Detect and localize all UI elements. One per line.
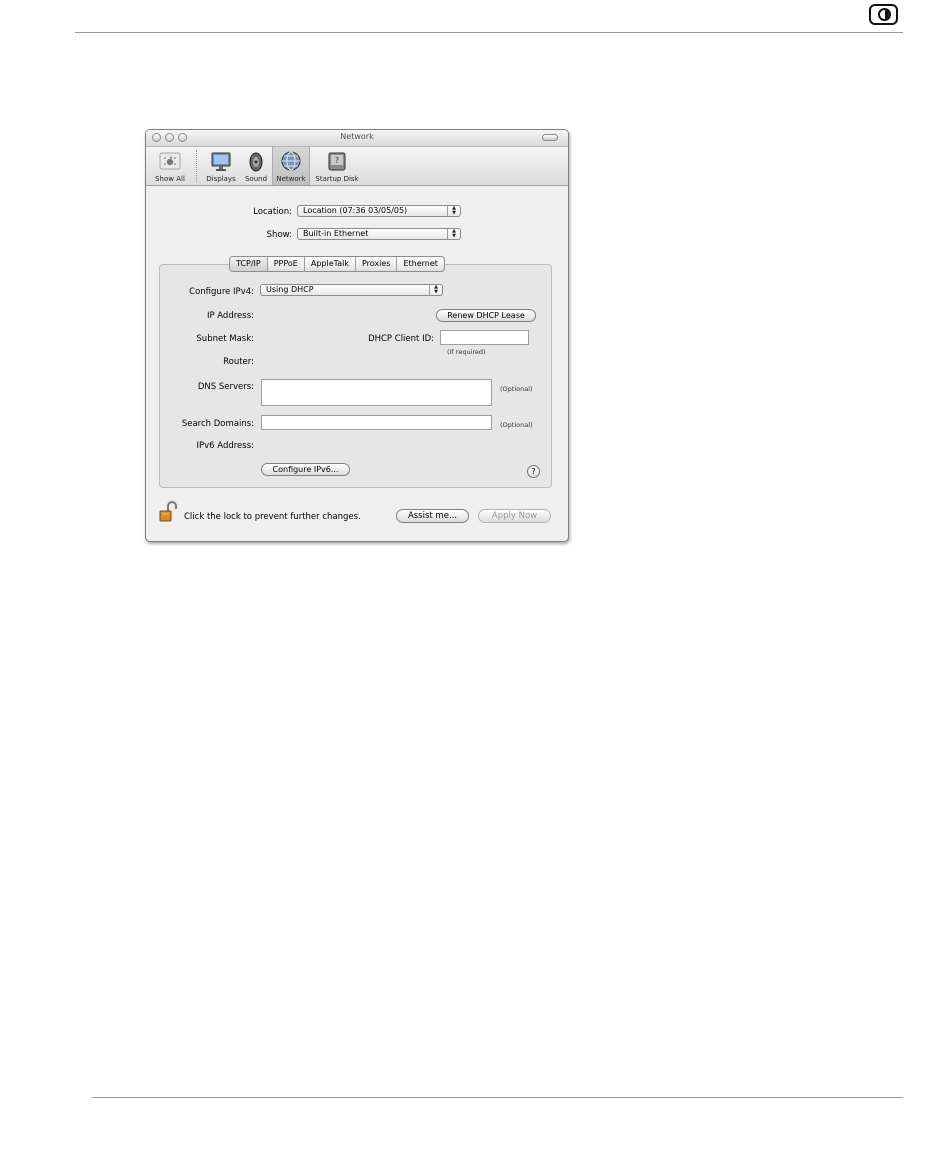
toolbar-displays[interactable]: Displays [203, 147, 239, 185]
network-globe-icon [281, 151, 301, 171]
toolbar-show-all[interactable]: Show All [150, 147, 190, 185]
search-optional-note: (Optional) [500, 421, 533, 429]
dhcp-client-id-label: DHCP Client ID: [368, 334, 434, 344]
lock-status-text: Click the lock to prevent further change… [184, 512, 361, 522]
ip-address-label: IP Address: [206, 311, 254, 321]
configure-ipv6-button[interactable]: Configure IPv6... [261, 463, 350, 476]
location-label: Location: [253, 207, 292, 217]
popup-arrows-icon: ▲ ▼ [429, 285, 442, 295]
dns-servers-field[interactable] [261, 379, 492, 406]
network-preferences-window: Network Show All Displays Sound Network … [145, 129, 569, 542]
ipv6-address-label: IPv6 Address: [196, 441, 255, 451]
toolbar-separator [196, 150, 197, 182]
renew-dhcp-lease-button[interactable]: Renew DHCP Lease [436, 309, 536, 322]
lock-open-icon[interactable] [159, 501, 177, 523]
toolbar-label: Startup Disk [315, 175, 359, 183]
popup-arrows-icon: ▲ ▼ [447, 229, 460, 239]
tab-tcpip[interactable]: TCP/IP [230, 257, 268, 271]
window-title: Network [340, 132, 374, 141]
show-label: Show: [266, 230, 292, 240]
location-value: Location (07:36 03/05/05) [303, 206, 408, 215]
toolbar-label: Displays [206, 175, 236, 183]
show-value: Built-in Ethernet [303, 229, 369, 238]
toolbar-startup-disk[interactable]: ? Startup Disk [312, 147, 362, 185]
tab-proxies[interactable]: Proxies [356, 257, 398, 271]
apply-now-button[interactable]: Apply Now [478, 509, 551, 523]
search-domains-field[interactable] [261, 415, 492, 430]
display-icon [211, 152, 231, 171]
svg-text:?: ? [335, 156, 339, 165]
page-badge-icon [869, 4, 898, 25]
if-required-note: (If required) [447, 348, 486, 356]
router-label: Router: [223, 357, 254, 367]
tab-pppoe[interactable]: PPPoE [268, 257, 305, 271]
toolbar-toggle-button[interactable] [542, 134, 558, 141]
page-top-rule [75, 32, 903, 33]
apple-grid-icon [159, 152, 181, 170]
assist-me-button[interactable]: Assist me... [396, 509, 469, 523]
show-popup[interactable]: Built-in Ethernet ▲ ▼ [297, 228, 461, 240]
toolbar-label: Network [276, 175, 306, 183]
startup-disk-icon: ? [328, 152, 346, 171]
subnet-mask-label: Subnet Mask: [196, 334, 254, 344]
toolbar-label: Show All [155, 175, 185, 183]
title-bar[interactable]: Network [146, 130, 568, 147]
dhcp-client-id-field[interactable] [440, 330, 529, 345]
toolbar-network[interactable]: Network [272, 147, 310, 185]
tab-bar: TCP/IP PPPoE AppleTalk Proxies Ethernet [229, 256, 445, 272]
popup-arrows-icon: ▲ ▼ [447, 206, 460, 216]
toolbar-sound[interactable]: Sound [241, 147, 271, 185]
dns-servers-label: DNS Servers: [197, 382, 254, 392]
toolbar-label: Sound [244, 175, 268, 183]
toolbar: Show All Displays Sound Network ? Startu… [146, 147, 568, 186]
location-popup[interactable]: Location (07:36 03/05/05) ▲ ▼ [297, 205, 461, 217]
configure-ipv4-value: Using DHCP [266, 285, 314, 294]
page-bottom-rule [92, 1097, 903, 1098]
tab-appletalk[interactable]: AppleTalk [305, 257, 356, 271]
search-domains-label: Search Domains: [181, 419, 254, 429]
tab-ethernet[interactable]: Ethernet [397, 257, 443, 271]
configure-ipv4-label: Configure IPv4: [189, 287, 254, 297]
tab-panel [159, 264, 552, 488]
dns-optional-note: (Optional) [500, 385, 533, 393]
speaker-icon [249, 152, 263, 172]
configure-ipv4-popup[interactable]: Using DHCP ▲ ▼ [260, 284, 443, 296]
help-button[interactable]: ? [527, 465, 540, 478]
